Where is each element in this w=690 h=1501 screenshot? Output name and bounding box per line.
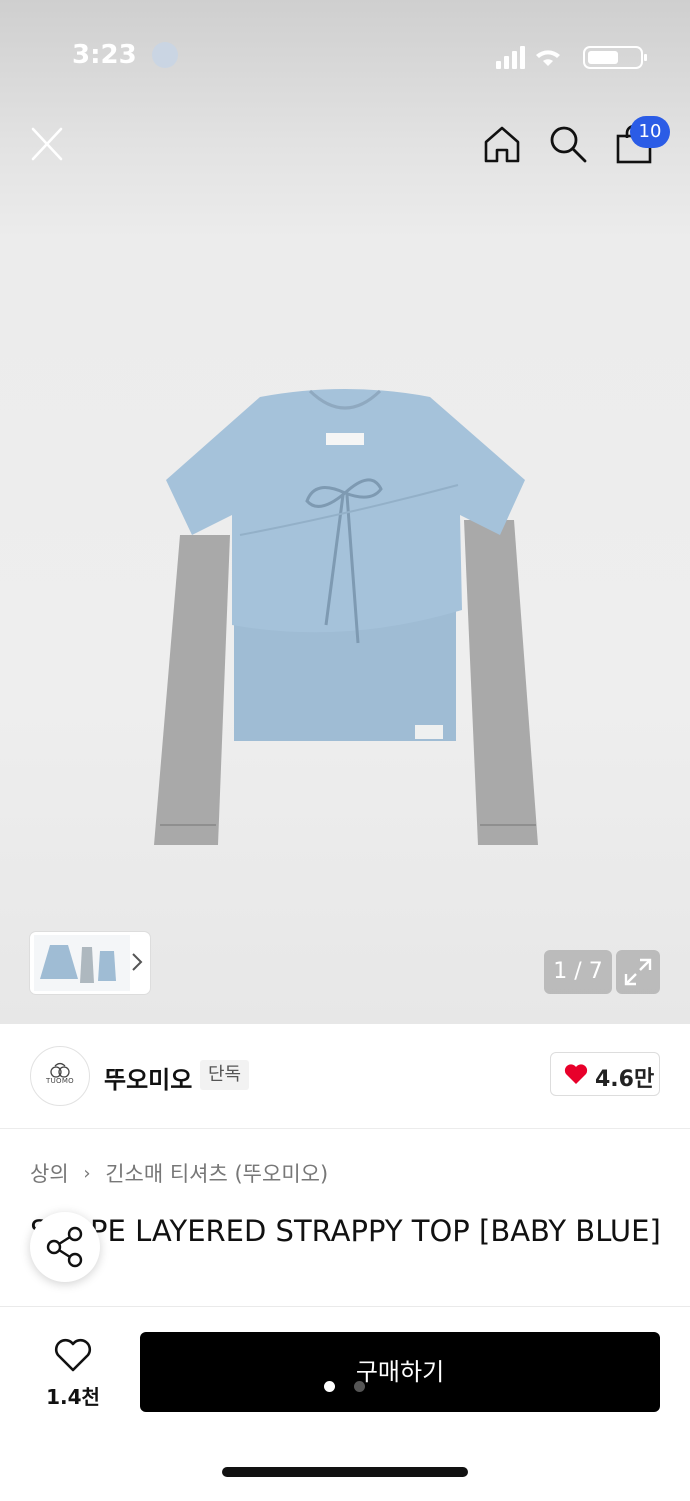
bottom-action-bar: 1.4천 구매하기 bbox=[0, 1306, 690, 1501]
product-title: SHAPE LAYERED STRAPPY TOP [BABY BLUE] bbox=[30, 1214, 661, 1248]
breadcrumb-separator-icon: › bbox=[83, 1162, 91, 1184]
close-icon[interactable] bbox=[30, 126, 64, 162]
breadcrumb-subcategory[interactable]: 긴소매 티셔츠 (뚜오미오) bbox=[105, 1162, 328, 1186]
breadcrumb-category[interactable]: 상의 bbox=[30, 1162, 69, 1186]
breadcrumb: 상의 › 긴소매 티셔츠 (뚜오미오) bbox=[30, 1158, 328, 1188]
expand-icon bbox=[624, 958, 652, 986]
status-indicator-dot bbox=[152, 42, 178, 68]
brand-like-count: 4.6만 bbox=[595, 1067, 655, 1092]
cart-count-badge: 10 bbox=[630, 116, 670, 148]
home-indicator[interactable] bbox=[222, 1467, 468, 1477]
expand-button[interactable] bbox=[616, 950, 660, 994]
thumbnail-images bbox=[34, 935, 130, 991]
heart-filled-icon bbox=[564, 1064, 588, 1084]
share-icon bbox=[46, 1226, 83, 1268]
brand-name[interactable]: 뚜오미오 bbox=[104, 1060, 192, 1095]
product-image[interactable] bbox=[140, 385, 550, 875]
home-icon[interactable] bbox=[482, 124, 522, 164]
wishlist-button[interactable]: 1.4천 bbox=[40, 1335, 106, 1409]
buy-button[interactable]: 구매하기 bbox=[140, 1332, 660, 1412]
brand-logo[interactable]: TUOMO bbox=[30, 1046, 90, 1106]
carousel-dot bbox=[354, 1381, 365, 1392]
image-pager: 1 / 7 bbox=[544, 950, 612, 994]
brand-like-button[interactable]: 4.6만 bbox=[550, 1052, 660, 1096]
share-button[interactable] bbox=[30, 1212, 100, 1282]
status-icons bbox=[496, 46, 647, 69]
chevron-right-icon bbox=[132, 953, 143, 971]
heart-outline-icon bbox=[54, 1338, 92, 1372]
brand-logo-text: TUOMO bbox=[46, 1077, 74, 1085]
exclusive-badge: 단독 bbox=[200, 1060, 250, 1090]
image-thumbnail-strip[interactable] bbox=[30, 932, 150, 994]
product-image-gallery[interactable]: 3:23 10 1 / 7 bbox=[0, 0, 690, 1024]
carousel-dot-active bbox=[324, 1381, 335, 1392]
wishlist-count: 1.4천 bbox=[46, 1385, 100, 1409]
search-icon[interactable] bbox=[548, 124, 588, 164]
status-time: 3:23 bbox=[72, 40, 137, 70]
brand-row: TUOMO 뚜오미오 단독 4.6만 bbox=[0, 1024, 690, 1129]
